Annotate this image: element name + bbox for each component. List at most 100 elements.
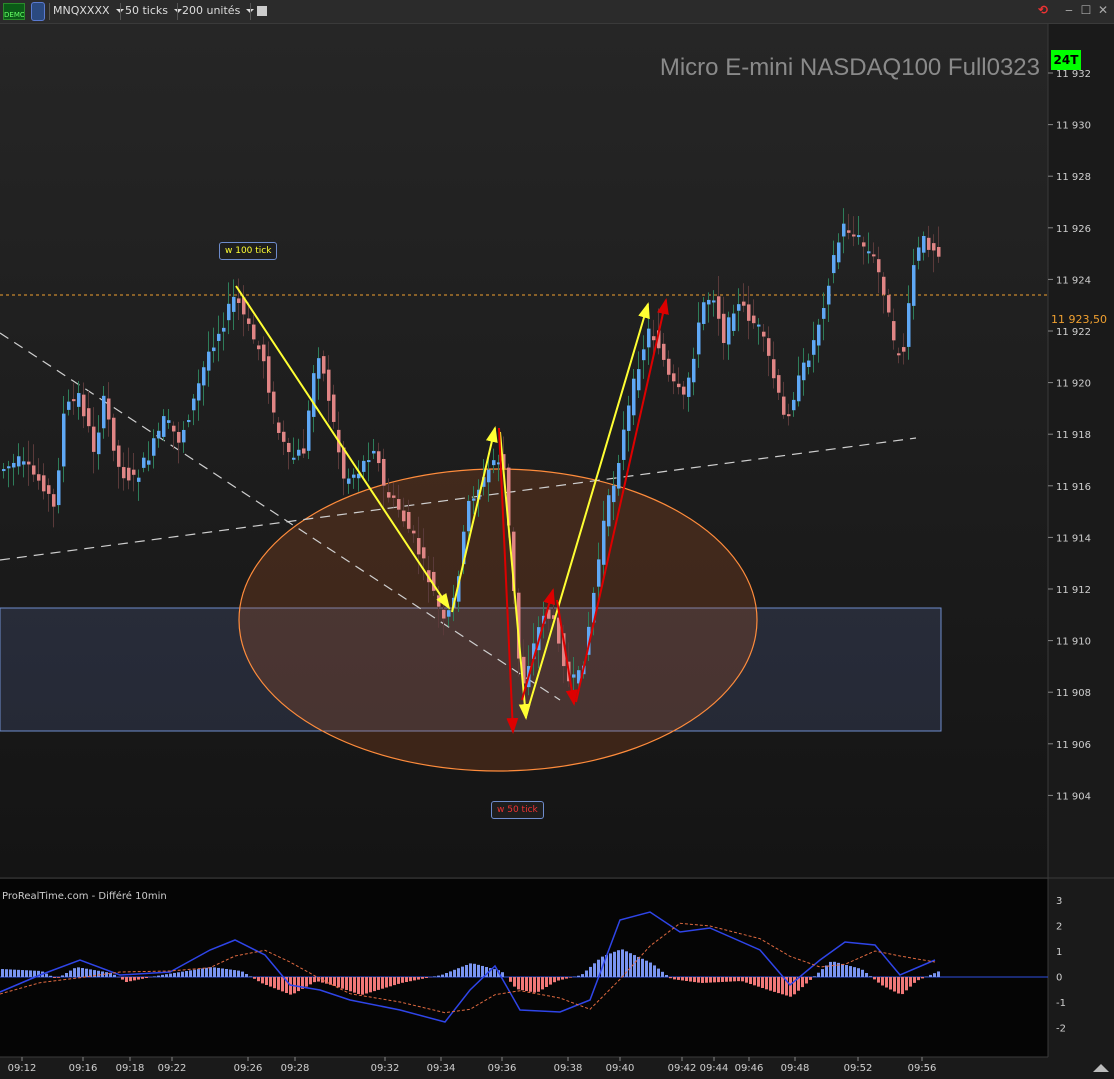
- candle-body: [297, 449, 301, 456]
- time-tick-label: 09:26: [234, 1063, 263, 1074]
- candle-body: [747, 304, 751, 321]
- histogram-bar: [725, 977, 728, 982]
- histogram-bar: [245, 974, 248, 977]
- histogram-bar: [665, 975, 668, 977]
- histogram-bar: [341, 977, 344, 989]
- histogram-bar: [549, 977, 552, 985]
- histogram-bar: [861, 969, 864, 977]
- candle-body: [362, 460, 366, 472]
- histogram-bar: [865, 973, 868, 977]
- close-icon[interactable]: ✕: [1096, 2, 1110, 18]
- candle-body: [222, 327, 226, 332]
- price-tick-label: 11 926: [1056, 224, 1091, 235]
- candle-body: [692, 358, 696, 383]
- candle-body: [207, 351, 211, 371]
- sync-icon[interactable]: [31, 2, 45, 21]
- candle-body: [87, 408, 91, 427]
- candle-body: [102, 395, 106, 429]
- candle-body: [727, 317, 731, 345]
- histogram-bar: [553, 977, 556, 983]
- histogram-bar: [545, 977, 548, 987]
- histogram-bar: [765, 977, 768, 990]
- histogram-bar: [929, 974, 932, 977]
- histogram-bar: [173, 972, 176, 977]
- time-tick-label: 09:56: [908, 1063, 937, 1074]
- indicator-background: [0, 879, 1048, 1057]
- units-dropdown[interactable]: 200 unités: [182, 0, 255, 23]
- price-tick-label: 11 910: [1056, 637, 1091, 648]
- histogram-bar: [641, 958, 644, 977]
- histogram-bar: [869, 976, 872, 977]
- histogram-bar: [933, 973, 936, 977]
- symbol-dropdown[interactable]: MNQXXXX: [53, 0, 124, 23]
- price-tick-label: 11 912: [1056, 585, 1091, 596]
- price-chart[interactable]: 11 93211 93011 92811 92611 92411 92211 9…: [0, 24, 1114, 1079]
- histogram-bar: [189, 970, 192, 977]
- candle-body: [597, 559, 601, 587]
- histogram-bar: [17, 969, 20, 977]
- histogram-bar: [473, 963, 476, 977]
- price-tick-label: 11 932: [1056, 69, 1091, 80]
- histogram-bar: [893, 977, 896, 992]
- histogram-bar: [145, 977, 148, 978]
- candle-body: [262, 344, 266, 362]
- histogram-bar: [65, 973, 68, 977]
- histogram-bar: [33, 970, 36, 977]
- histogram-bar: [125, 977, 128, 982]
- histogram-bar: [585, 970, 588, 977]
- candle-body: [922, 235, 926, 253]
- toolbar-divider: [177, 3, 178, 20]
- histogram-bar: [477, 964, 480, 977]
- candle-body: [7, 466, 11, 469]
- minimize-icon[interactable]: ‒: [1062, 2, 1076, 18]
- candle-body: [267, 356, 271, 393]
- histogram-bar: [353, 977, 356, 993]
- candle-body: [702, 302, 706, 324]
- candle-body: [637, 369, 641, 391]
- candle-body: [282, 431, 286, 442]
- indicator-tick-label: -2: [1056, 1024, 1066, 1035]
- candle-body: [12, 462, 16, 468]
- histogram-bar: [461, 966, 464, 977]
- histogram-bar: [329, 977, 332, 985]
- histogram-bar: [905, 977, 908, 991]
- histogram-bar: [685, 977, 688, 981]
- chevron-down-icon: [174, 9, 183, 13]
- histogram-bar: [177, 972, 180, 977]
- histogram-bar: [457, 968, 460, 977]
- candle-body: [407, 512, 411, 529]
- histogram-bar: [349, 977, 352, 992]
- candle-body: [807, 360, 811, 368]
- indicator-tick-label: -1: [1056, 998, 1066, 1009]
- annotation-50-tick[interactable]: w 50 tick: [491, 801, 544, 819]
- refresh-icon[interactable]: ⟲: [1036, 2, 1050, 18]
- candle-body: [447, 610, 451, 617]
- candle-body: [667, 358, 671, 375]
- histogram-bar: [141, 977, 144, 979]
- chart-area[interactable]: 11 932 11 930 11 928 11 926 11 924 11 922 11 9…: [0, 24, 1114, 1079]
- timeframe-dropdown[interactable]: 50 ticks: [125, 0, 183, 23]
- info-icon[interactable]: [257, 6, 267, 16]
- demo-icon[interactable]: DEMO: [3, 3, 25, 20]
- histogram-bar: [465, 965, 468, 977]
- histogram-bar: [649, 962, 652, 977]
- candle-body: [212, 347, 216, 352]
- candle-body: [82, 394, 86, 417]
- histogram-bar: [741, 977, 744, 982]
- candle-body: [872, 254, 876, 257]
- histogram-bar: [845, 965, 848, 977]
- histogram-bar: [589, 966, 592, 977]
- histogram-bar: [773, 977, 776, 992]
- candle-body: [672, 373, 676, 382]
- candle-body: [837, 242, 841, 263]
- chart-title: Micro E-mini NASDAQ100 Full0323: [659, 54, 1040, 81]
- maximize-icon[interactable]: ☐: [1079, 2, 1093, 18]
- annotation-100-tick[interactable]: w 100 tick: [219, 242, 278, 260]
- histogram-bar: [737, 977, 740, 982]
- histogram-bar: [813, 976, 816, 977]
- histogram-bar: [401, 977, 404, 983]
- candle-body: [77, 393, 81, 407]
- histogram-bar: [521, 977, 524, 991]
- candle-body: [257, 345, 261, 350]
- demo-label: DEMO: [4, 11, 25, 19]
